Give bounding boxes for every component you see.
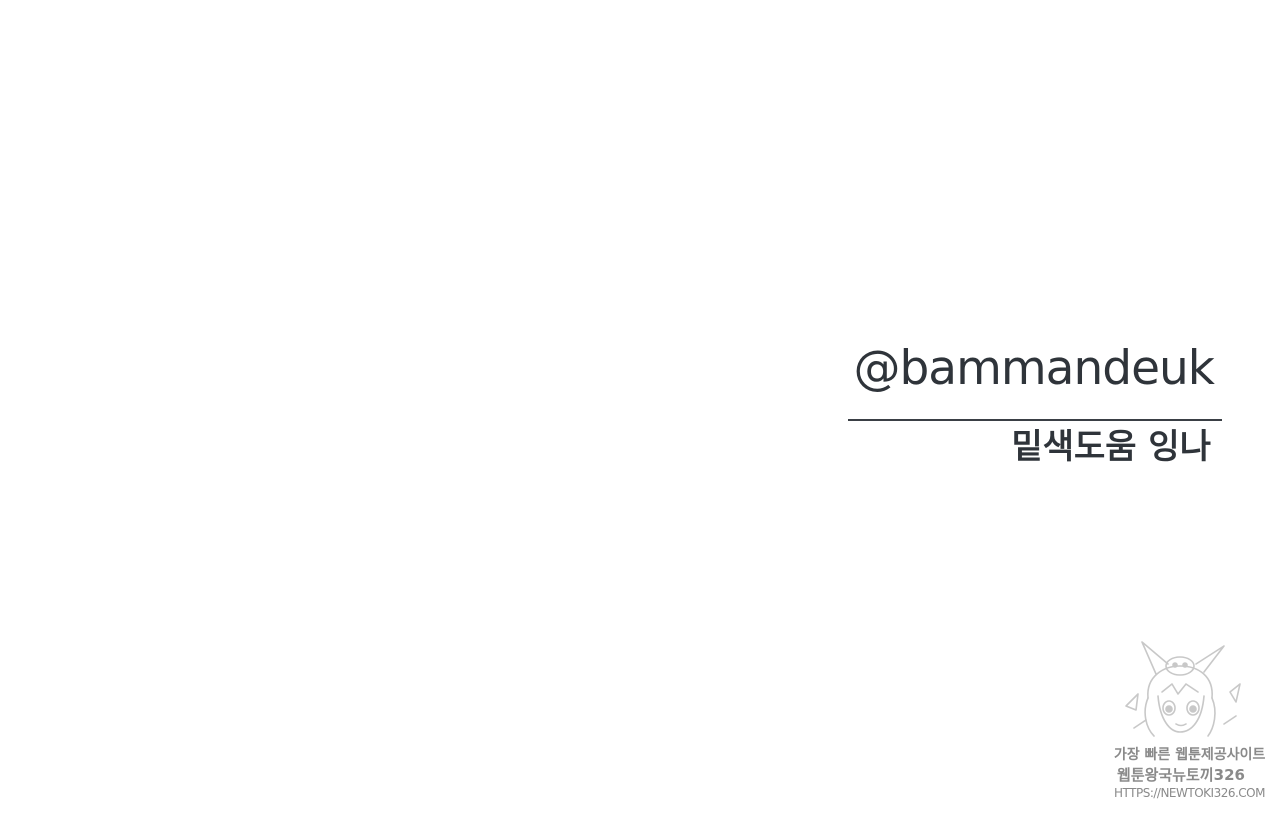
watermark-site-name: 웹툰왕국뉴토끼326: [1117, 766, 1245, 784]
credit-block: @bammandeuk 밑색도움 잉나: [848, 338, 1222, 469]
site-watermark: 가장 빠른 웹툰제공사이트 웹툰왕국뉴토끼326 HTTPS://NEWTOKI…: [1112, 636, 1266, 806]
artist-handle: @bammandeuk: [853, 341, 1215, 396]
assistant-credit: 밑색도움 잉나: [1011, 427, 1211, 467]
mascot-watermark-icon: [1125, 641, 1241, 737]
watermark-tagline: 가장 빠른 웹툰제공사이트: [1114, 747, 1266, 763]
divider-line: [848, 419, 1222, 421]
watermark-url: HTTPS://NEWTOKI326.COM: [1114, 786, 1265, 800]
